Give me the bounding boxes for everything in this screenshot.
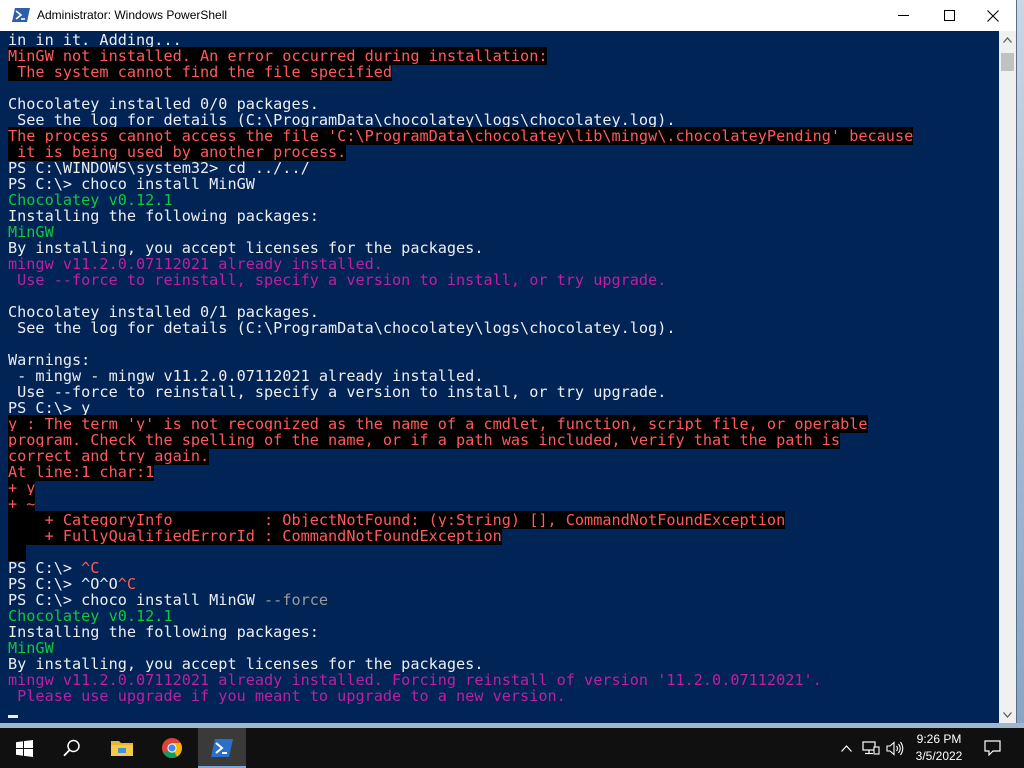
console-line: Chocolatey v0.12.1 xyxy=(8,608,913,624)
console-line: Installing the following packages: xyxy=(8,208,913,224)
console-line: + FullyQualifiedErrorId : CommandNotFoun… xyxy=(8,527,913,545)
clock-date: 3/5/2022 xyxy=(915,749,963,763)
console-text: The system cannot find the file specifie… xyxy=(8,63,393,81)
folder-icon xyxy=(111,741,133,756)
close-icon xyxy=(987,9,999,22)
console-line: By installing, you accept licenses for t… xyxy=(8,240,913,256)
console-text: Use --force to reinstall, specify a vers… xyxy=(8,271,667,289)
console-line: - mingw - mingw v11.2.0.07112021 already… xyxy=(8,368,913,384)
console-line: it is being used by another process. xyxy=(8,143,913,161)
console-line: mingw v11.2.0.07112021 already installed… xyxy=(8,672,913,688)
file-explorer-button[interactable] xyxy=(98,728,146,768)
console-line: See the log for details (C:\ProgramData\… xyxy=(8,320,913,336)
chrome-button[interactable] xyxy=(148,728,196,768)
console-text: --force xyxy=(264,591,329,609)
console-line: PS C:\> choco install MinGW xyxy=(8,176,913,192)
chevron-up-icon xyxy=(840,744,852,752)
console-line: By installing, you accept licenses for t… xyxy=(8,656,913,672)
search-icon xyxy=(63,739,80,757)
scroll-down-button[interactable] xyxy=(999,706,1016,723)
console-line: MinGW not installed. An error occurred d… xyxy=(8,47,913,65)
powershell-icon xyxy=(12,8,30,22)
start-button[interactable] xyxy=(0,728,48,768)
title-bar[interactable]: Administrator: Windows PowerShell xyxy=(0,0,1016,31)
console-text: Installing the following packages: xyxy=(8,623,319,641)
console-output[interactable]: in in it. Adding... MinGW not installed. … xyxy=(0,31,999,723)
scroll-up-button[interactable] xyxy=(999,31,1016,48)
console-line: MinGW xyxy=(8,640,913,656)
network-icon xyxy=(862,740,880,755)
console-line: Chocolatey installed 0/0 packages. xyxy=(8,96,913,112)
console-line xyxy=(8,543,913,561)
console-line: Chocolatey v0.12.1 xyxy=(8,192,913,208)
console-line: PS C:\WINDOWS\system32> cd ../../ xyxy=(8,160,913,176)
vertical-scrollbar[interactable] xyxy=(999,31,1016,723)
console-line: y : The term 'y' is not recognized as th… xyxy=(8,415,913,433)
console-line: PS C:\> choco install MinGW --force xyxy=(8,592,913,608)
powershell-window: Administrator: Windows PowerShell in in … xyxy=(0,0,1017,723)
console-line: + CategoryInfo : ObjectNotFound: (y:Stri… xyxy=(8,511,913,529)
notification-icon xyxy=(983,740,1001,756)
console-line: Please use upgrade if you meant to upgra… xyxy=(8,688,913,704)
console-line: correct and try again. xyxy=(8,447,913,465)
console-line: Installing the following packages: xyxy=(8,624,913,640)
text-cursor xyxy=(8,715,18,718)
console-line: See the log for details (C:\ProgramData\… xyxy=(8,112,913,128)
chrome-icon xyxy=(162,738,183,759)
minimize-button[interactable] xyxy=(880,0,926,31)
action-center-button[interactable] xyxy=(980,728,1004,768)
chevron-down-icon xyxy=(1003,711,1012,718)
console-text: Please use upgrade if you meant to upgra… xyxy=(8,687,566,705)
console-line: program. Check the spelling of the name,… xyxy=(8,431,913,449)
maximize-button[interactable] xyxy=(926,0,972,31)
console-line: PS C:\> y xyxy=(8,400,913,416)
window-title: Administrator: Windows PowerShell xyxy=(37,8,228,22)
search-button[interactable] xyxy=(48,728,96,768)
console-line: The system cannot find the file specifie… xyxy=(8,63,913,81)
chevron-up-icon xyxy=(1003,36,1012,43)
console-line: The process cannot access the file 'C:\P… xyxy=(8,127,914,145)
powershell-icon xyxy=(211,739,233,757)
console-text: See the log for details (C:\ProgramData\… xyxy=(8,319,676,337)
desktop-background xyxy=(1017,0,1024,723)
console-line: MinGW xyxy=(8,224,913,240)
close-button[interactable] xyxy=(970,0,1016,31)
scroll-thumb[interactable] xyxy=(1001,53,1014,71)
minimize-icon xyxy=(897,15,909,16)
console-line: Use --force to reinstall, specify a vers… xyxy=(8,272,913,288)
console-line: in in it. Adding... xyxy=(8,32,913,48)
taskbar: 9:26 PM 3/5/2022 xyxy=(0,728,1024,768)
network-button[interactable] xyxy=(860,728,882,768)
windows-logo-icon xyxy=(15,739,33,757)
powershell-button[interactable] xyxy=(198,728,246,768)
console-line: Chocolatey installed 0/1 packages. xyxy=(8,304,913,320)
console-line: Use --force to reinstall, specify a vers… xyxy=(8,384,913,400)
console-line: PS C:\> ^O^O^C xyxy=(8,576,913,592)
console-line: At line:1 char:1 xyxy=(8,463,913,481)
volume-button[interactable] xyxy=(884,728,906,768)
console-text: Installing the following packages: xyxy=(8,207,319,225)
console-text: + FullyQualifiedErrorId : CommandNotFoun… xyxy=(8,527,502,545)
maximize-icon xyxy=(943,10,955,21)
show-hidden-icons-button[interactable] xyxy=(838,728,854,768)
console-line: mingw v11.2.0.07112021 already installed… xyxy=(8,256,913,272)
console-line: + ~ xyxy=(8,495,913,513)
console-line: + y xyxy=(8,479,913,497)
clock[interactable]: 9:26 PM 3/5/2022 xyxy=(908,731,970,765)
volume-icon xyxy=(886,740,904,756)
console-line: PS C:\> ^C xyxy=(8,560,913,576)
console-text: Use --force to reinstall, specify a vers… xyxy=(8,383,667,401)
console-line: Warnings: xyxy=(8,352,913,368)
console-lines: in in it. Adding... MinGW not installed. … xyxy=(8,32,914,704)
clock-time: 9:26 PM xyxy=(916,732,962,746)
